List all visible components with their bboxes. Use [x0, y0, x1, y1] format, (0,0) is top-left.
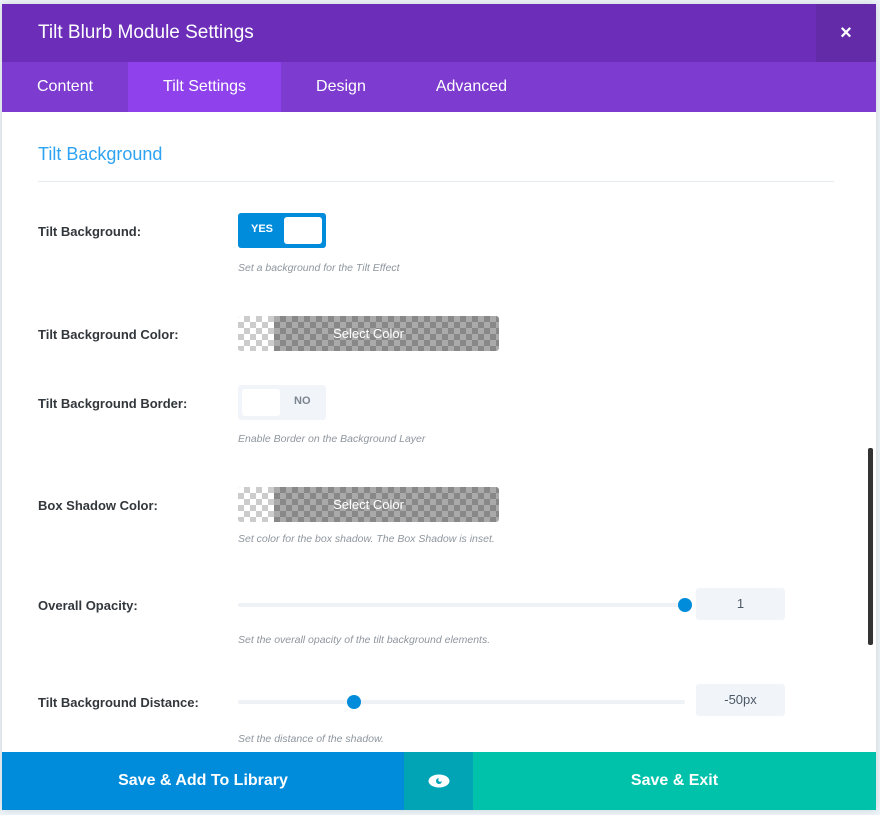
tilt-background-distance-label: Tilt Background Distance: — [38, 695, 199, 710]
box-shadow-color-picker[interactable]: Select Color — [238, 487, 499, 522]
overall-opacity-slider[interactable] — [238, 598, 692, 612]
overall-opacity-input[interactable]: 1 — [696, 588, 785, 620]
tab-advanced[interactable]: Advanced — [401, 62, 542, 112]
section-title[interactable]: Tilt Background — [38, 144, 162, 165]
save-exit-button[interactable]: Save & Exit — [473, 752, 876, 810]
overall-opacity-help: Set the overall opacity of the tilt back… — [238, 634, 491, 646]
module-settings-modal: Tilt Blurb Module Settings × Content Til… — [2, 4, 876, 810]
tab-design[interactable]: Design — [281, 62, 401, 112]
tilt-background-distance-input[interactable]: -50px — [696, 684, 785, 716]
select-color-label: Select Color — [333, 497, 404, 512]
tilt-background-border-label: Tilt Background Border: — [38, 396, 188, 411]
scrollbar[interactable] — [868, 448, 873, 645]
toggle-knob — [284, 217, 322, 244]
box-shadow-color-label: Box Shadow Color: — [38, 498, 158, 513]
toggle-state: YES — [251, 223, 274, 235]
settings-content: Tilt Background Tilt Background: YES Set… — [2, 112, 876, 752]
tilt-background-border-toggle[interactable]: NO — [238, 385, 326, 420]
slider-thumb[interactable] — [678, 598, 692, 612]
toggle-state: NO — [294, 395, 311, 407]
tilt-background-border-help: Enable Border on the Background Layer — [238, 433, 426, 445]
slider-thumb[interactable] — [347, 695, 362, 709]
close-button[interactable]: × — [816, 4, 876, 62]
tilt-background-help: Set a background for the Tilt Effect — [238, 262, 400, 274]
modal-title: Tilt Blurb Module Settings — [38, 22, 254, 43]
toggle-knob — [242, 389, 280, 416]
divider — [38, 181, 834, 182]
modal-header: Tilt Blurb Module Settings × — [2, 4, 876, 62]
tab-bar: Content Tilt Settings Design Advanced — [2, 62, 876, 112]
overall-opacity-label: Overall Opacity: — [38, 598, 138, 613]
tilt-background-toggle[interactable]: YES — [238, 213, 326, 248]
preview-button[interactable] — [404, 752, 473, 810]
tab-content[interactable]: Content — [2, 62, 128, 112]
tilt-background-distance-help: Set the distance of the shadow. — [238, 733, 384, 745]
box-shadow-color-help: Set color for the box shadow. The Box Sh… — [238, 533, 495, 545]
tilt-background-color-label: Tilt Background Color: — [38, 327, 179, 342]
select-color-label: Select Color — [333, 326, 404, 341]
eye-icon — [428, 774, 449, 788]
modal-footer: Save & Add To Library Save & Exit — [2, 752, 876, 810]
tab-tilt-settings[interactable]: Tilt Settings — [128, 62, 282, 112]
tilt-background-label: Tilt Background: — [38, 224, 142, 239]
tilt-background-distance-slider[interactable] — [238, 695, 685, 709]
tilt-background-color-picker[interactable]: Select Color — [238, 316, 499, 351]
save-add-to-library-button[interactable]: Save & Add To Library — [2, 752, 404, 810]
